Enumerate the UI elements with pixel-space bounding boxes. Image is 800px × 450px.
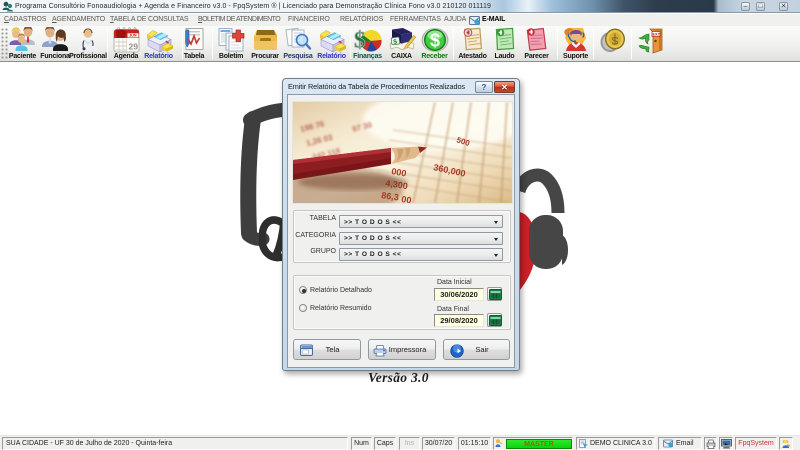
svg-text:$: $ <box>430 31 440 51</box>
svg-text:29: 29 <box>128 42 138 52</box>
svg-text:EXIT: EXIT <box>652 33 661 37</box>
svg-text:00: 00 <box>401 194 412 203</box>
svg-text:JUN: JUN <box>129 34 137 38</box>
svg-text:$: $ <box>354 28 366 53</box>
